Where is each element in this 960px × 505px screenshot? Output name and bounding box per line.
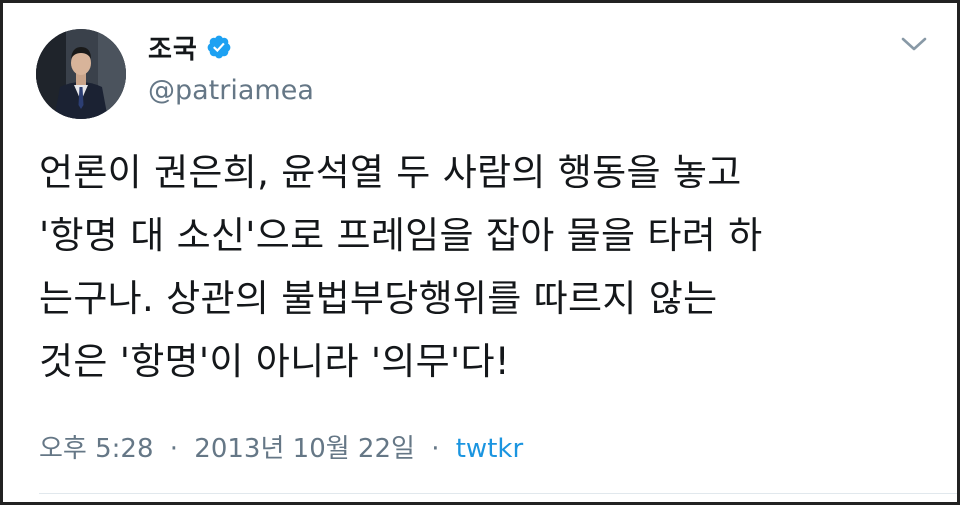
- tweet-source-link[interactable]: twtkr: [456, 434, 523, 464]
- verified-badge-icon: [206, 34, 232, 60]
- display-name[interactable]: 조국: [148, 29, 198, 66]
- tweet-date[interactable]: 2013년 10월 22일: [194, 434, 415, 464]
- handle[interactable]: @patriamea: [148, 75, 314, 106]
- profile-photo: [36, 29, 126, 119]
- avatar[interactable]: [36, 29, 126, 119]
- separator-dot: ·: [431, 434, 440, 464]
- separator-dot: ·: [169, 434, 179, 464]
- tweet-text: 언론이 권은희, 윤석열 두 사람의 행동을 놓고 '항명 대 소신'으로 프레…: [39, 151, 763, 383]
- chevron-down-icon[interactable]: [899, 33, 929, 55]
- divider: [39, 493, 957, 494]
- tweet-card: 조국 @patriamea 언론이 권은희, 윤석열 두 사람의 행동을 놓고 …: [0, 0, 960, 505]
- tweet-time[interactable]: 오후 5:28: [39, 434, 154, 464]
- tweet-metadata: 오후 5:28 · 2013년 10월 22일 · twtkr: [39, 428, 523, 465]
- author-row[interactable]: 조국: [148, 29, 232, 65]
